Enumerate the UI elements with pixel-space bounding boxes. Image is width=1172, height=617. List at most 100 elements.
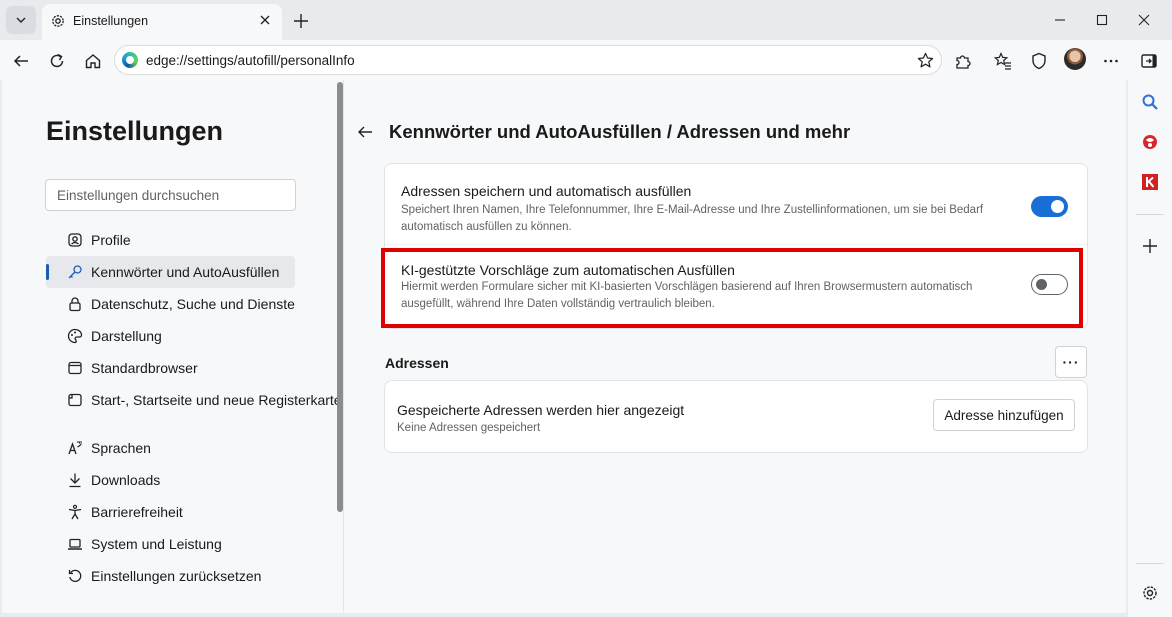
- minimize-icon: [1055, 19, 1065, 21]
- nav-label: System und Leistung: [91, 536, 222, 552]
- nav-label: Kennwörter und AutoAusfüllen: [91, 264, 280, 280]
- sidebar-toggle-button[interactable]: [1136, 48, 1162, 74]
- saved-addresses-card: Gespeicherte Adressen werden hier angeze…: [384, 380, 1088, 453]
- address-bar[interactable]: edge://settings/autofill/personalInfo: [114, 45, 942, 75]
- nav-label: Standardbrowser: [91, 360, 198, 376]
- key-icon: [66, 263, 84, 281]
- settings-and-more-button[interactable]: [1098, 48, 1124, 74]
- gear-icon: [1143, 586, 1157, 600]
- row-divider: [385, 244, 1087, 245]
- page-heading: Kennwörter und AutoAusfüllen / Adressen …: [389, 121, 851, 142]
- star-icon: [917, 52, 933, 67]
- close-icon: [1138, 14, 1150, 26]
- nav-label: Darstellung: [91, 328, 162, 344]
- nav-scrollbar[interactable]: [337, 82, 343, 512]
- extensions-button[interactable]: [950, 48, 976, 74]
- maximize-button[interactable]: [1088, 8, 1116, 32]
- nav-item-accessibility[interactable]: Barrierefreiheit: [46, 496, 338, 528]
- setting-title: Adressen speichern und automatisch ausfü…: [401, 183, 692, 199]
- laptop-icon: [66, 535, 84, 553]
- sidebar-settings-button[interactable]: [1138, 581, 1162, 605]
- shield-icon: [1032, 52, 1046, 70]
- red-app-icon: [1143, 135, 1157, 149]
- k-logo-icon: [1142, 174, 1158, 190]
- close-tab-icon[interactable]: [258, 13, 272, 27]
- browser-window-icon: [66, 359, 84, 377]
- nav-label: Downloads: [91, 472, 161, 488]
- back-button[interactable]: [8, 48, 34, 74]
- new-tab-button[interactable]: [290, 10, 312, 32]
- nav-label: Profile: [91, 232, 131, 248]
- settings-search-box[interactable]: [45, 179, 296, 211]
- tab-actions-menu-button[interactable]: [6, 6, 36, 34]
- minimize-button[interactable]: [1046, 8, 1074, 32]
- tab-title: Einstellungen: [73, 14, 149, 28]
- settings-nav-pane: Einstellungen Profile Kennwörter und Aut…: [2, 80, 344, 613]
- lock-icon: [66, 295, 84, 313]
- gear-icon: [52, 15, 64, 27]
- browser-tab[interactable]: Einstellungen: [42, 4, 282, 40]
- nav-item-start-home-newtab[interactable]: Start-, Startseite und neue Registerkart…: [46, 384, 338, 416]
- reload-button[interactable]: [44, 48, 70, 74]
- edge-logo-icon: [122, 52, 138, 68]
- sidebar-add-button[interactable]: [1138, 234, 1162, 258]
- nav-item-downloads[interactable]: Downloads: [46, 464, 338, 496]
- sidebar-panel-icon: [1141, 54, 1157, 68]
- puzzle-icon: [956, 55, 971, 69]
- arrow-left-icon: [13, 55, 28, 67]
- palette-icon: [66, 327, 84, 345]
- sidebar-divider-bottom: [1136, 563, 1164, 564]
- nav-item-languages[interactable]: Sprachen: [46, 432, 338, 464]
- addresses-section-label: Adressen: [385, 355, 449, 371]
- maximize-icon: [1096, 14, 1108, 26]
- edge-sidebar: [1128, 80, 1172, 617]
- accessibility-icon: [66, 503, 84, 521]
- sidebar-search-button[interactable]: [1138, 90, 1162, 114]
- navigation-toolbar: edge://settings/autofill/personalInfo: [0, 40, 1172, 80]
- home-tab-icon: [66, 391, 84, 409]
- nav-item-privacy[interactable]: Datenschutz, Suche und Dienste: [46, 288, 338, 320]
- addresses-more-button[interactable]: ···: [1055, 346, 1087, 378]
- reload-icon: [50, 53, 64, 68]
- plus-icon: [294, 14, 308, 28]
- download-icon: [66, 471, 84, 489]
- favorites-button[interactable]: [990, 48, 1016, 74]
- home-button[interactable]: [80, 48, 106, 74]
- browser-essentials-button[interactable]: [1026, 48, 1052, 74]
- nav-label: Start-, Startseite und neue Registerkart…: [91, 392, 338, 408]
- plus-icon: [1143, 239, 1157, 253]
- close-window-button[interactable]: [1130, 8, 1158, 32]
- profile-avatar[interactable]: [1064, 48, 1086, 70]
- home-icon: [85, 54, 101, 69]
- sidebar-app-button[interactable]: [1138, 130, 1162, 154]
- language-icon: [66, 439, 84, 457]
- reset-icon: [66, 567, 84, 585]
- nav-item-default-browser[interactable]: Standardbrowser: [46, 352, 338, 384]
- add-favorite-button[interactable]: [915, 50, 935, 70]
- save-addresses-toggle[interactable]: [1031, 196, 1068, 217]
- nav-item-passwords-autofill[interactable]: Kennwörter und AutoAusfüllen: [46, 256, 295, 288]
- highlight-frame: [381, 248, 1083, 328]
- nav-item-profile[interactable]: Profile: [46, 224, 338, 256]
- nav-label: Datenschutz, Suche und Dienste: [91, 296, 295, 312]
- favorites-star-icon: [994, 52, 1011, 70]
- sidebar-divider: [1136, 214, 1164, 215]
- nav-item-appearance[interactable]: Darstellung: [46, 320, 338, 352]
- saved-addresses-subtitle: Keine Adressen gespeichert: [397, 422, 541, 434]
- nav-label: Sprachen: [91, 440, 151, 456]
- search-icon: [1142, 94, 1158, 110]
- nav-item-reset-settings[interactable]: Einstellungen zurücksetzen: [46, 560, 338, 592]
- sidebar-k-app-button[interactable]: [1138, 170, 1162, 194]
- chevron-down-icon: [16, 17, 26, 23]
- url-text[interactable]: edge://settings/autofill/personalInfo: [146, 53, 355, 68]
- nav-label: Einstellungen zurücksetzen: [91, 568, 262, 584]
- toggle-knob: [1051, 200, 1064, 213]
- title-bar: Einstellungen: [0, 0, 1172, 40]
- back-to-passwords-button[interactable]: [354, 121, 376, 143]
- more-horizontal-icon: [1104, 59, 1118, 63]
- settings-search-input[interactable]: [46, 180, 295, 210]
- arrow-left-icon: [358, 126, 372, 138]
- add-address-button[interactable]: Adresse hinzufügen: [933, 399, 1075, 431]
- settings-title: Einstellungen: [46, 116, 224, 146]
- nav-item-system-performance[interactable]: System und Leistung: [46, 528, 338, 560]
